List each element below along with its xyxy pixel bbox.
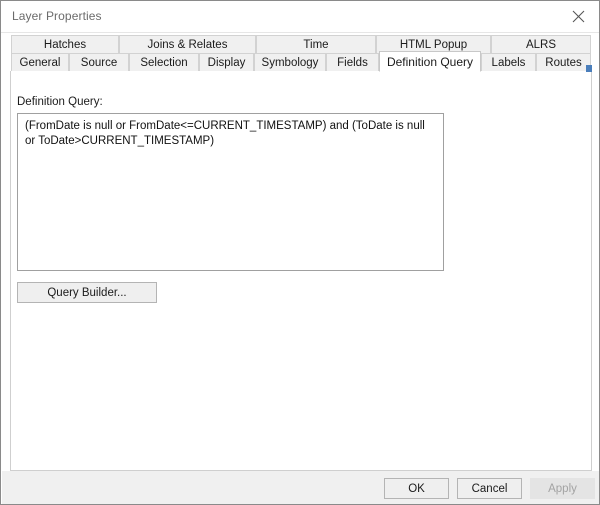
tab-joins-relates[interactable]: Joins & Relates — [119, 35, 256, 54]
definition-query-label: Definition Query: — [17, 96, 103, 108]
tab-source[interactable]: Source — [69, 53, 129, 72]
apply-button: Apply — [530, 478, 595, 499]
titlebar: Layer Properties — [1, 1, 599, 33]
tab-symbology[interactable]: Symbology — [254, 53, 326, 72]
definition-query-input[interactable]: (FromDate is null or FromDate<=CURRENT_T… — [17, 113, 444, 271]
tab-general[interactable]: General — [11, 53, 69, 72]
layer-properties-dialog: Layer Properties Hatches Joins & Relates… — [0, 0, 600, 505]
tab-labels[interactable]: Labels — [481, 53, 536, 72]
cancel-button[interactable]: Cancel — [457, 478, 522, 499]
query-builder-button[interactable]: Query Builder... — [17, 282, 157, 303]
tab-display[interactable]: Display — [199, 53, 254, 72]
tab-routes[interactable]: Routes — [536, 53, 591, 72]
tab-row-bottom: General Source Selection Display Symbolo… — [10, 51, 592, 72]
tab-alrs[interactable]: ALRS — [491, 35, 591, 54]
tab-overflow-icon[interactable] — [586, 59, 592, 72]
ok-button[interactable]: OK — [384, 478, 449, 499]
tab-hatches[interactable]: Hatches — [11, 35, 119, 54]
tab-strip: Hatches Joins & Relates Time HTML Popup … — [10, 35, 592, 72]
tab-row-top: Hatches Joins & Relates Time HTML Popup … — [10, 35, 592, 54]
definition-query-panel: Definition Query: (FromDate is null or F… — [10, 71, 592, 471]
dialog-footer: OK Cancel Apply — [2, 471, 599, 504]
tab-time[interactable]: Time — [256, 35, 376, 54]
tab-selection[interactable]: Selection — [129, 53, 199, 72]
close-icon — [572, 10, 585, 23]
window-title: Layer Properties — [12, 9, 102, 23]
tab-definition-query[interactable]: Definition Query — [379, 51, 481, 72]
tab-fields[interactable]: Fields — [326, 53, 379, 72]
close-button[interactable] — [556, 1, 599, 31]
